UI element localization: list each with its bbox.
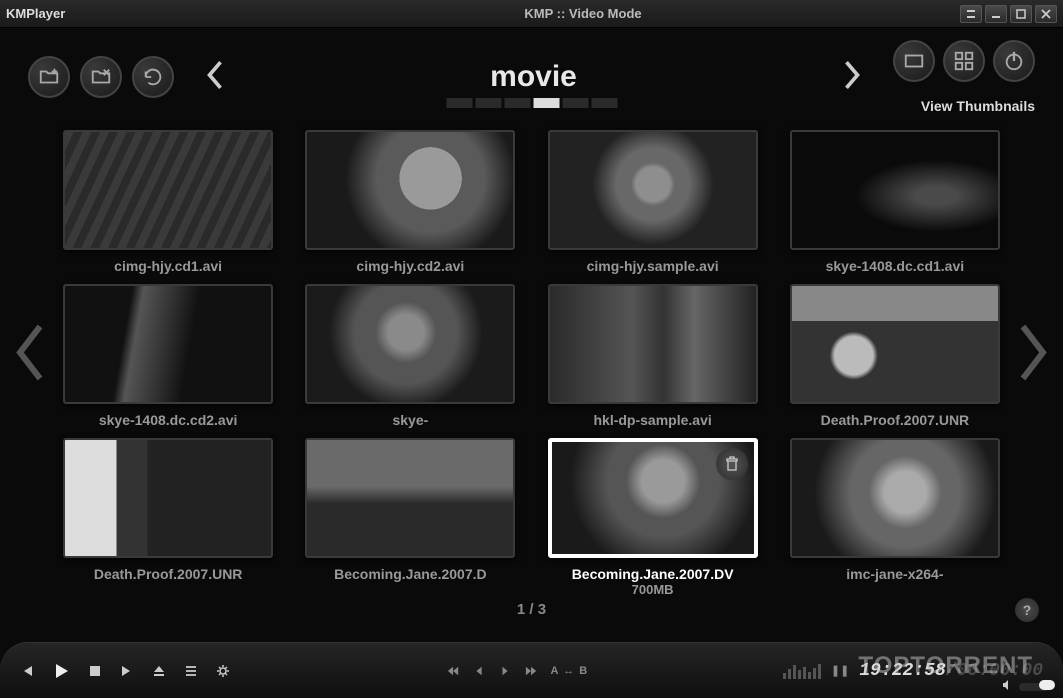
thumbnail-image — [63, 284, 273, 404]
thumbnail-label: cimg-hjy.cd1.avi — [114, 258, 222, 274]
progress-block[interactable] — [533, 98, 559, 108]
next-track-button[interactable] — [120, 664, 134, 678]
thumbnail-label: Becoming.Jane.2007.D — [334, 566, 487, 582]
page-prev-button[interactable] — [12, 323, 46, 388]
thumbnail-item[interactable]: cimg-hjy.sample.avi — [545, 130, 761, 274]
window-title: KMP :: Video Mode — [206, 6, 960, 21]
play-button[interactable] — [52, 662, 70, 680]
grid-view-button[interactable] — [943, 40, 985, 82]
progress-block[interactable] — [446, 98, 472, 108]
top-toolbar: movie View Thumbnails — [0, 28, 1063, 118]
thumbnail-item[interactable]: Becoming.Jane.2007.DV700MB — [545, 438, 761, 597]
thumbnail-image — [790, 438, 1000, 558]
time-current: 19:22:58 — [859, 661, 945, 681]
rewind-button[interactable] — [447, 665, 459, 677]
app-name: KMPlayer — [6, 6, 206, 21]
thumbnail-image — [548, 284, 758, 404]
thumbnail-label: skye-1408.dc.cd2.avi — [99, 412, 238, 428]
progress-block[interactable] — [475, 98, 501, 108]
category-prev-button[interactable] — [174, 59, 256, 96]
thumbnail-item[interactable]: Becoming.Jane.2007.D — [302, 438, 518, 597]
thumbnail-item[interactable]: skye-1408.dc.cd1.avi — [787, 130, 1003, 274]
tray-button[interactable] — [960, 5, 982, 23]
thumbnail-item[interactable]: imc-jane-x264- — [787, 438, 1003, 597]
page-next-button[interactable] — [1017, 323, 1051, 388]
thumbnail-image — [790, 130, 1000, 250]
pause-indicator-icon: ❚❚ — [831, 664, 849, 677]
thumbnail-item[interactable]: skye-1408.dc.cd2.avi — [60, 284, 276, 428]
playback-group — [20, 662, 230, 680]
thumbnail-label: skye- — [392, 412, 428, 428]
step-back-button[interactable] — [473, 665, 485, 677]
thumbnail-image — [63, 438, 273, 558]
thumbnail-image — [305, 284, 515, 404]
window-controls — [960, 5, 1057, 23]
thumbnail-item[interactable]: Death.Proof.2007.UNR — [60, 438, 276, 597]
titlebar: KMPlayer KMP :: Video Mode — [0, 0, 1063, 28]
center-controls: A ↔ B — [447, 665, 589, 677]
help-button[interactable]: ? — [1015, 598, 1039, 622]
thumbnail-item[interactable]: skye- — [302, 284, 518, 428]
thumbnail-label: cimg-hjy.sample.avi — [587, 258, 719, 274]
toolbar-left — [28, 56, 174, 98]
thumbnail-label: Death.Proof.2007.UNR — [94, 566, 243, 582]
fast-forward-button[interactable] — [525, 665, 537, 677]
thumbnail-item[interactable]: Death.Proof.2007.UNR — [787, 284, 1003, 428]
delete-icon[interactable] — [716, 448, 748, 480]
thumbnail-image — [305, 130, 515, 250]
eject-button[interactable] — [152, 664, 166, 678]
step-forward-button[interactable] — [499, 665, 511, 677]
progress-block[interactable] — [562, 98, 588, 108]
pagination: 1 / 3 — [60, 601, 1003, 618]
refresh-button[interactable] — [132, 56, 174, 98]
toolbar-right: View Thumbnails — [893, 40, 1035, 114]
maximize-button[interactable] — [1010, 5, 1032, 23]
progress-block[interactable] — [504, 98, 530, 108]
category-next-button[interactable] — [811, 59, 893, 96]
prev-track-button[interactable] — [20, 664, 34, 678]
thumbnail-label: Becoming.Jane.2007.DV — [572, 566, 734, 582]
volume-icon[interactable] — [1001, 678, 1013, 696]
thumbnail-label: Death.Proof.2007.UNR — [821, 412, 970, 428]
thumbnail-item[interactable]: cimg-hjy.cd2.avi — [302, 130, 518, 274]
thumbnail-grid: cimg-hjy.cd1.avi cimg-hjy.cd2.avi cimg-hjy… — [60, 130, 1003, 597]
category-indicator — [446, 98, 617, 108]
settings-button[interactable] — [216, 664, 230, 678]
equalizer-icon — [783, 663, 821, 679]
progress-block[interactable] — [591, 98, 617, 108]
volume-slider[interactable] — [1019, 683, 1049, 691]
thumbnail-size: 700MB — [632, 582, 674, 597]
power-button[interactable] — [993, 40, 1035, 82]
gallery-wrap: cimg-hjy.cd1.avi cimg-hjy.cd2.avi cimg-hjy… — [0, 118, 1063, 618]
thumbnail-image — [63, 130, 273, 250]
volume-group — [1001, 678, 1049, 696]
thumbnail-item[interactable]: hkl-dp-sample.avi — [545, 284, 761, 428]
thumbnail-image — [790, 284, 1000, 404]
remove-folder-button[interactable] — [80, 56, 122, 98]
thumbnail-label: imc-jane-x264- — [846, 566, 943, 582]
add-folder-button[interactable] — [28, 56, 70, 98]
stop-button[interactable] — [88, 664, 102, 678]
control-bar: A ↔ B ❚❚ 19:22:58/00:00:00 — [0, 642, 1063, 698]
ab-repeat-button[interactable]: A ↔ B — [551, 665, 589, 677]
thumbnail-label: skye-1408.dc.cd1.avi — [826, 258, 965, 274]
thumbnail-image — [548, 130, 758, 250]
thumbnail-label: hkl-dp-sample.avi — [593, 412, 711, 428]
close-button[interactable] — [1035, 5, 1057, 23]
view-mode-label: View Thumbnails — [921, 98, 1035, 114]
minimize-button[interactable] — [985, 5, 1007, 23]
fullscreen-button[interactable] — [893, 40, 935, 82]
playlist-button[interactable] — [184, 664, 198, 678]
thumbnail-image — [305, 438, 515, 558]
thumbnail-item[interactable]: cimg-hjy.cd1.avi — [60, 130, 276, 274]
thumbnail-label: cimg-hjy.cd2.avi — [356, 258, 464, 274]
category-title: movie — [256, 60, 811, 94]
thumbnail-image — [548, 438, 758, 558]
